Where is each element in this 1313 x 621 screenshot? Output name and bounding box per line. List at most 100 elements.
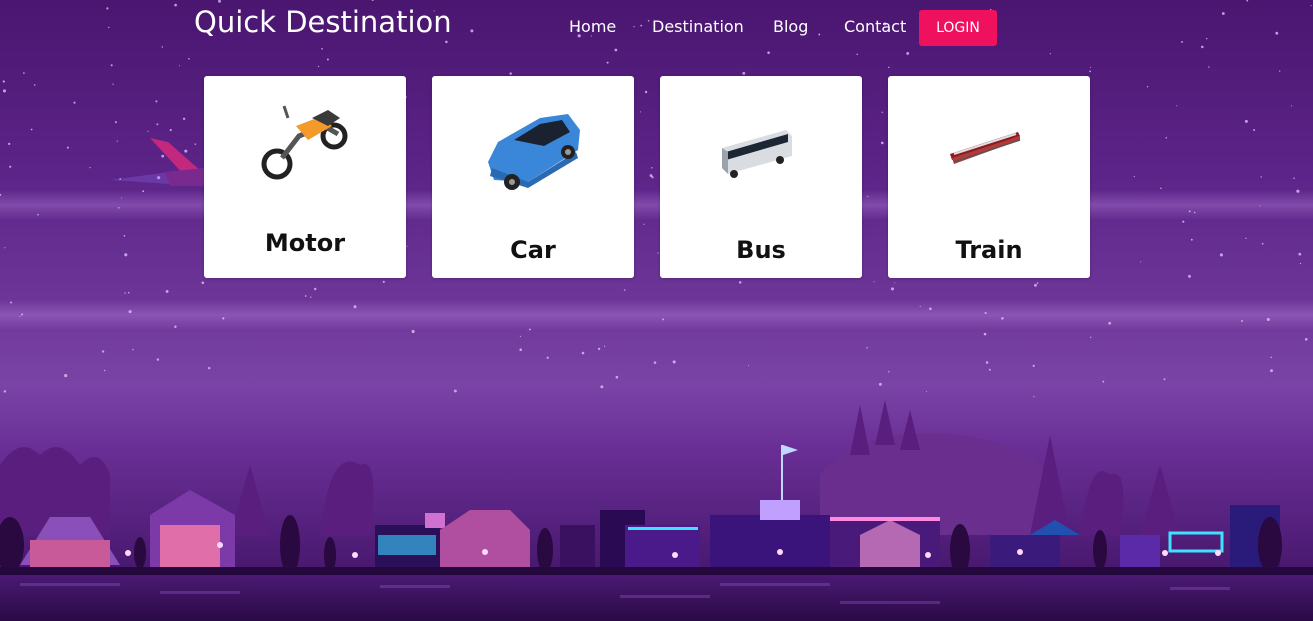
star	[1089, 66, 1092, 69]
star	[174, 325, 177, 328]
city-skyline-illustration	[0, 400, 1313, 621]
star	[873, 281, 875, 283]
star	[1089, 70, 1091, 73]
star	[581, 351, 585, 355]
star	[406, 245, 408, 247]
star	[1241, 320, 1244, 322]
star	[1270, 369, 1273, 373]
star	[984, 311, 987, 315]
star	[1140, 261, 1142, 263]
star	[1036, 282, 1039, 284]
star	[66, 146, 69, 149]
brand-logo[interactable]: Quick Destination	[194, 5, 452, 39]
star	[1266, 317, 1270, 322]
star	[509, 72, 512, 75]
star	[742, 71, 746, 75]
star	[178, 65, 180, 67]
star	[304, 295, 307, 297]
motorcycle-icon	[261, 105, 348, 180]
star	[1160, 187, 1162, 190]
star	[123, 234, 126, 237]
star	[653, 361, 657, 364]
star	[103, 369, 106, 372]
star	[128, 310, 132, 314]
star	[1176, 105, 1178, 107]
star	[127, 291, 130, 294]
star	[662, 318, 665, 321]
star	[929, 307, 932, 311]
star	[1245, 237, 1247, 239]
star	[112, 83, 114, 85]
star	[878, 382, 882, 386]
star	[9, 165, 12, 168]
star	[983, 332, 987, 336]
star	[623, 289, 626, 291]
login-button[interactable]: LOGIN	[919, 10, 997, 46]
star	[657, 252, 659, 254]
star	[894, 282, 896, 284]
nav-destination[interactable]: Destination	[652, 17, 744, 36]
star	[132, 348, 134, 351]
nav-blog[interactable]: Blog	[773, 17, 808, 36]
star	[30, 128, 33, 131]
top-navbar: Quick Destination Home Destination Blog …	[0, 0, 1313, 60]
star	[101, 350, 105, 353]
star	[1188, 274, 1191, 278]
star	[644, 90, 648, 94]
star	[1244, 119, 1248, 123]
star	[121, 197, 123, 199]
star	[1304, 337, 1308, 341]
star	[1034, 283, 1037, 287]
star	[114, 121, 117, 124]
vehicle-card-bus[interactable]: Bus	[660, 76, 862, 278]
star	[528, 328, 531, 331]
star	[867, 195, 869, 198]
vehicle-card-motor[interactable]: Motor	[204, 76, 406, 278]
star	[519, 348, 522, 352]
star	[317, 65, 320, 68]
car-icon	[488, 114, 580, 190]
star	[382, 280, 385, 283]
star	[1261, 242, 1264, 245]
nav-contact[interactable]: Contact	[844, 17, 906, 36]
nav-home[interactable]: Home	[569, 17, 616, 36]
vehicle-card-train[interactable]: Train	[888, 76, 1090, 278]
star	[866, 347, 868, 349]
star	[1133, 175, 1135, 178]
star	[1219, 253, 1223, 257]
star	[201, 281, 205, 285]
star	[21, 313, 23, 316]
star	[454, 389, 457, 393]
airplane-image	[110, 138, 205, 186]
star	[64, 374, 68, 378]
star	[1090, 336, 1092, 338]
star	[124, 253, 128, 257]
star	[606, 61, 609, 64]
star	[1165, 137, 1168, 139]
star	[182, 117, 186, 121]
star	[603, 345, 606, 347]
star	[880, 141, 884, 145]
star	[208, 366, 211, 370]
star	[1299, 262, 1302, 265]
star	[615, 375, 619, 379]
star	[1108, 321, 1112, 325]
star	[1193, 211, 1196, 214]
star	[1293, 177, 1295, 180]
star	[8, 142, 11, 146]
star	[1298, 252, 1302, 256]
star	[748, 364, 750, 367]
star	[1260, 176, 1262, 178]
star	[1032, 364, 1035, 367]
star	[222, 317, 225, 320]
star	[155, 100, 158, 103]
star	[33, 84, 36, 86]
star	[310, 296, 312, 298]
star	[1190, 238, 1193, 241]
star	[1291, 105, 1293, 107]
card-label: Motor	[264, 229, 346, 257]
vehicle-card-car[interactable]: Car	[432, 76, 634, 278]
star	[639, 111, 642, 113]
star	[110, 64, 113, 67]
star	[1279, 70, 1281, 72]
